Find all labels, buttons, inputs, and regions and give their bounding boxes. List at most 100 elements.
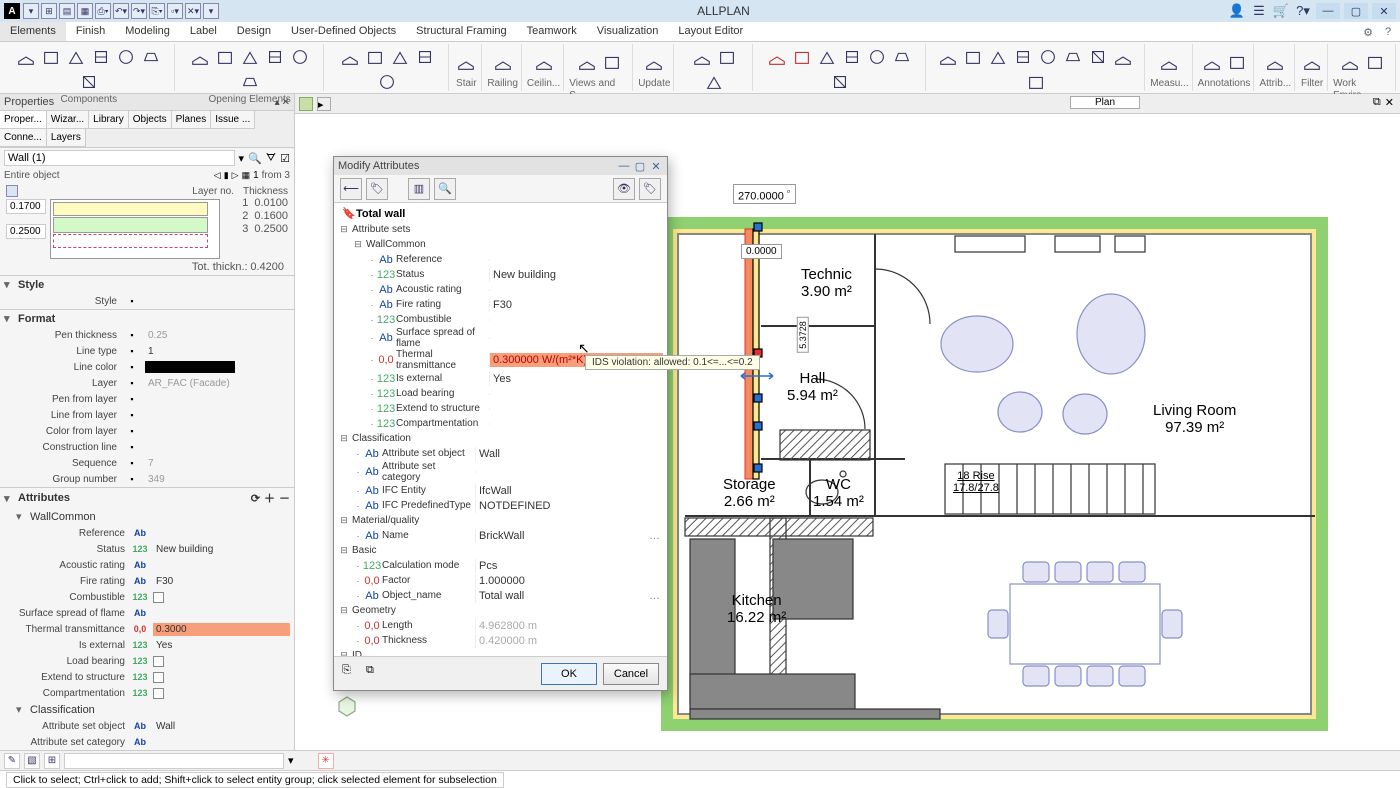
ribbon-icon[interactable]: [288, 45, 312, 69]
ribbon-icon[interactable]: [213, 45, 237, 69]
tab-icon[interactable]: [299, 97, 313, 111]
refresh-icon[interactable]: ⟳: [251, 492, 260, 505]
section-attributes[interactable]: ▾Attributes⟳＋－: [0, 488, 294, 508]
attr-value[interactable]: New building: [153, 543, 290, 556]
modal-attr-value[interactable]: Pcs: [479, 560, 497, 572]
ribbon-icon[interactable]: [114, 45, 138, 69]
dialog-close[interactable]: ✕: [649, 159, 663, 173]
filter-icon[interactable]: ᗊ: [266, 152, 276, 165]
menu-visualization[interactable]: Visualization: [587, 22, 669, 41]
modal-attr-value[interactable]: 0.420000 m: [479, 635, 537, 647]
ribbon-icon[interactable]: [1200, 50, 1224, 74]
stack-icon[interactable]: ▮: [224, 170, 229, 181]
attr-value[interactable]: [145, 300, 290, 302]
command-input[interactable]: [64, 753, 284, 769]
dialog-maximize[interactable]: ▢: [633, 159, 647, 173]
modal-attr-value[interactable]: 0.300000 W/(m²*K): [493, 354, 587, 366]
menu-modeling[interactable]: Modeling: [115, 22, 180, 41]
ribbon-icon[interactable]: [828, 70, 852, 94]
ribbon-icon[interactable]: [1111, 45, 1135, 69]
qa-btn[interactable]: ▾: [23, 3, 39, 19]
qa-btn[interactable]: ▦: [77, 3, 93, 19]
prev-icon[interactable]: ◁: [214, 170, 221, 181]
menu-teamwork[interactable]: Teamwork: [517, 22, 587, 41]
ribbon-icon[interactable]: [1086, 45, 1110, 69]
attr-value[interactable]: [145, 398, 290, 400]
ribbon-icon[interactable]: [1157, 50, 1181, 74]
ribbon-icon[interactable]: [815, 45, 839, 69]
ribbon-icon[interactable]: [491, 50, 515, 74]
tool-btn[interactable]: ⊞: [44, 753, 60, 769]
gear-icon[interactable]: ⚙: [1360, 24, 1376, 40]
left-dim-1[interactable]: [6, 199, 46, 214]
add-icon[interactable]: ＋: [264, 490, 275, 506]
sidebar-tab-issue[interactable]: Issue ...: [210, 110, 255, 129]
ribbon-icon[interactable]: [1011, 45, 1035, 69]
attr-value[interactable]: [153, 564, 290, 566]
help-icon[interactable]: ?: [1380, 24, 1396, 40]
qa-btn[interactable]: ⎘▾: [149, 3, 165, 19]
remove-icon[interactable]: －: [279, 490, 290, 506]
ribbon-icon[interactable]: [1036, 45, 1060, 69]
layers-preview[interactable]: [50, 199, 220, 259]
tile-icon[interactable]: ▦: [242, 170, 251, 181]
qa-btn[interactable]: ↶▾: [113, 3, 129, 19]
sidebar-tab-conne[interactable]: Conne...: [0, 128, 47, 147]
ribbon-icon[interactable]: [1338, 50, 1362, 74]
modal-section[interactable]: ⊟Classification: [338, 431, 663, 446]
modal-section[interactable]: ⊟Geometry: [338, 603, 663, 618]
tab-icon[interactable]: ▸: [317, 97, 331, 111]
ribbon-icon[interactable]: [363, 45, 387, 69]
close-icon[interactable]: ✕: [1385, 96, 1394, 109]
ribbon-icon[interactable]: [575, 50, 599, 74]
ribbon-icon[interactable]: [77, 70, 101, 94]
menu-layout-editor[interactable]: Layout Editor: [668, 22, 753, 41]
ribbon-icon[interactable]: [840, 45, 864, 69]
window-close[interactable]: ✕: [1372, 3, 1396, 19]
entire-object-label[interactable]: Entire object: [4, 170, 60, 181]
qa-btn[interactable]: ✕▾: [185, 3, 201, 19]
sidebar-tab-layers[interactable]: Layers: [46, 128, 86, 147]
checkbox[interactable]: [153, 688, 164, 699]
checkbox[interactable]: [153, 656, 164, 667]
plan-tab[interactable]: Plan: [1070, 96, 1140, 109]
ribbon-icon[interactable]: [388, 45, 412, 69]
modal-section[interactable]: ⊟Material/quality: [338, 513, 663, 528]
modal-attr-value[interactable]: BrickWall: [479, 530, 524, 542]
help-icon[interactable]: ?▾: [1294, 3, 1312, 19]
menu-elements[interactable]: Elements: [0, 22, 66, 41]
dropdown-icon[interactable]: ▾: [239, 152, 245, 165]
attr-value[interactable]: [153, 741, 290, 743]
ribbon-icon[interactable]: [64, 45, 88, 69]
tool-btn[interactable]: ✎: [4, 753, 20, 769]
eye-button[interactable]: 👁: [613, 178, 635, 200]
menu-finish[interactable]: Finish: [66, 22, 115, 41]
ribbon-icon[interactable]: [263, 45, 287, 69]
section-wallcommon[interactable]: ▾WallCommon: [0, 508, 294, 525]
footer-btn[interactable]: ⧉: [366, 664, 386, 684]
qa-btn[interactable]: ▫▾: [167, 3, 183, 19]
ribbon-icon[interactable]: [413, 45, 437, 69]
nav-cube[interactable]: [335, 694, 359, 718]
attr-value[interactable]: [153, 612, 290, 614]
attr-value[interactable]: [153, 532, 290, 534]
menu-label[interactable]: Label: [180, 22, 227, 41]
ok-button[interactable]: OK: [541, 663, 597, 685]
modal-attr-value[interactable]: IfcWall: [479, 485, 512, 497]
element-name-input[interactable]: [4, 150, 235, 166]
cart-icon[interactable]: 🛒: [1272, 3, 1290, 19]
footer-btn[interactable]: ⎘: [342, 664, 362, 684]
next-icon[interactable]: ▷: [232, 170, 239, 181]
ribbon-icon[interactable]: [188, 45, 212, 69]
qa-btn[interactable]: ▾: [203, 3, 219, 19]
attr-value[interactable]: [145, 430, 290, 432]
section-format[interactable]: ▾Format: [0, 310, 294, 327]
qa-btn[interactable]: ↷▾: [131, 3, 147, 19]
attr-value[interactable]: [145, 446, 290, 448]
ribbon-icon[interactable]: [139, 45, 163, 69]
attr-value[interactable]: 0.25: [145, 329, 290, 342]
sidebar-tab-wizar[interactable]: Wizar...: [46, 110, 89, 129]
col-button[interactable]: ▥: [408, 178, 430, 200]
modal-attr-value[interactable]: Total wall: [479, 590, 524, 602]
check-icon[interactable]: ☑: [280, 152, 290, 165]
